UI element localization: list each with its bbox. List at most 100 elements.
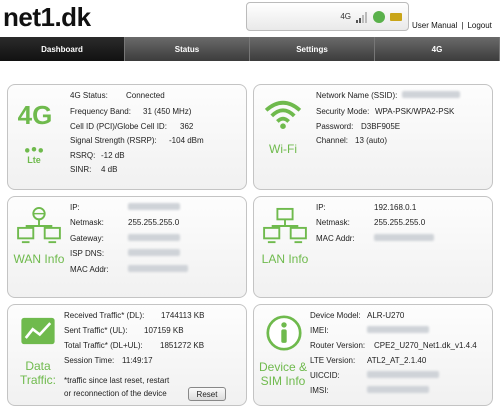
- logout-link[interactable]: Logout: [467, 21, 491, 30]
- status-indicator-bar: 4G: [246, 2, 409, 31]
- row-wan-mac: MAC Addr:: [70, 265, 188, 274]
- row-label: Netmask:: [70, 218, 104, 227]
- row-label: ISP DNS:: [70, 249, 105, 258]
- row-label: MAC Addr:: [316, 234, 355, 243]
- row-value: 11:49:17: [122, 356, 153, 365]
- row-value: 362: [180, 122, 194, 131]
- row-label: Sent Traffic* (UL):: [64, 326, 128, 335]
- row-value: [374, 234, 434, 243]
- row-value: [367, 386, 429, 395]
- wifi-status-icon: [373, 10, 385, 23]
- row-value: [367, 326, 429, 335]
- wifi-icon: [264, 100, 302, 129]
- row-channel: Channel: 13 (auto): [316, 136, 387, 145]
- row-value: -12 dB: [101, 151, 125, 160]
- row-received-traffic: Received Traffic* (DL): 1744113 KB: [64, 311, 204, 320]
- tab-status[interactable]: Status: [125, 37, 250, 61]
- row-label: MAC Addr:: [70, 265, 109, 274]
- row-value: 255.255.255.0: [128, 218, 180, 227]
- row-wan-ip: IP:: [70, 203, 180, 212]
- row-frequency-band: Frequency Band: 31 (450 MHz): [70, 107, 191, 116]
- panel-data-traffic: Data Traffic: Received Traffic* (DL): 174…: [7, 304, 247, 406]
- row-label: Channel:: [316, 136, 349, 145]
- traffic-note-line-2: or reconnection of the device: [64, 389, 167, 398]
- row-label: Session Time:: [64, 356, 115, 365]
- row-label: Password:: [316, 122, 354, 131]
- panel-wifi-title: Wi-Fi: [269, 142, 297, 156]
- row-value: ATL2_AT_2.1.40: [367, 356, 427, 365]
- panel-wifi: Wi-Fi Network Name (SSID): Security Mode…: [253, 84, 493, 190]
- main-nav: Dashboard Status Settings 4G: [0, 37, 500, 61]
- row-value: [402, 91, 460, 100]
- row-value: 13 (auto): [355, 136, 388, 145]
- panel-4g: 4G Lte 4G Status: Connected Frequency Ban…: [7, 84, 247, 190]
- tab-dashboard[interactable]: Dashboard: [0, 37, 125, 61]
- panel-device-sim: Device & SIM Info Device Model: ALR-U270 …: [253, 304, 493, 406]
- row-value: [128, 265, 188, 274]
- row-label: UICCID:: [310, 371, 340, 380]
- row-imei: IMEI:: [310, 326, 429, 335]
- row-lan-mac: MAC Addr:: [316, 234, 434, 243]
- panel-data-title-1: Data: [25, 359, 51, 373]
- row-label: Received Traffic* (DL):: [64, 311, 145, 320]
- row-label: IP:: [70, 203, 80, 212]
- reset-button[interactable]: Reset: [188, 387, 226, 401]
- row-lan-netmask: Netmask: 255.255.255.0: [316, 218, 425, 227]
- panel-wan-title: WAN Info: [13, 252, 65, 266]
- signal-strength-icon: [356, 11, 367, 23]
- row-value: 1744113 KB: [161, 311, 205, 320]
- traffic-chart-icon: [21, 317, 55, 345]
- row-label: Signal Strength (RSRP):: [70, 136, 157, 145]
- link-separator: |: [461, 21, 464, 30]
- row-label: 4G Status:: [70, 91, 108, 100]
- row-session-time: Session Time: 11:49:17: [64, 356, 153, 365]
- brand-logo[interactable]: net1.dk: [3, 2, 91, 33]
- row-label: Device Model:: [310, 311, 361, 320]
- row-label: Network Name (SSID):: [316, 91, 398, 100]
- row-value: 107159 KB: [144, 326, 184, 335]
- network-globe-icon: [17, 207, 61, 244]
- row-label: Cell ID (PCI)/Globe Cell ID:: [70, 122, 167, 131]
- tab-4g[interactable]: 4G: [375, 37, 500, 61]
- row-4g-status: 4G Status: Connected: [70, 91, 165, 100]
- row-value: ALR-U270: [367, 311, 405, 320]
- row-wan-netmask: Netmask: 255.255.255.0: [70, 218, 179, 227]
- row-label: Gateway:: [70, 234, 104, 243]
- panel-device-title-1: Device &: [258, 360, 308, 374]
- row-label: Total Traffic* (DL+UL):: [64, 341, 143, 350]
- row-ssid: Network Name (SSID):: [316, 91, 460, 100]
- row-wan-gateway: Gateway:: [70, 234, 180, 243]
- row-value: [128, 249, 180, 258]
- row-value: 192.168.0.1: [374, 203, 417, 212]
- row-router-version: Router Version: CPE2_U270_Net1.dk_v1.4.4: [310, 341, 477, 350]
- row-total-traffic: Total Traffic* (DL+UL): 1851272 KB: [64, 341, 204, 350]
- lan-network-icon: [263, 207, 307, 244]
- panel-4g-title: 4G: [17, 100, 53, 130]
- row-cell-id: Cell ID (PCI)/Globe Cell ID: 362: [70, 122, 193, 131]
- row-label: IMSI:: [310, 386, 329, 395]
- row-value: CPE2_U270_Net1.dk_v1.4.4: [374, 341, 477, 350]
- row-label: IP:: [316, 203, 326, 212]
- user-manual-link[interactable]: User Manual: [412, 21, 457, 30]
- row-value: 4 dB: [101, 165, 118, 174]
- network-type-label: 4G: [340, 12, 351, 21]
- panel-data-title-2: Traffic:: [19, 373, 56, 387]
- row-rsrq: RSRQ: -12 dB: [70, 151, 125, 160]
- tab-settings[interactable]: Settings: [250, 37, 375, 61]
- row-value: -104 dBm: [169, 136, 204, 145]
- info-icon: [266, 315, 302, 351]
- row-label: IMEI:: [310, 326, 329, 335]
- row-label: Security Mode:: [316, 107, 370, 116]
- row-password: Password: D3BF905E: [316, 122, 400, 131]
- panel-device-title-2: SIM Info: [260, 374, 306, 388]
- row-label: Netmask:: [316, 218, 350, 227]
- row-lan-ip: IP: 192.168.0.1: [316, 203, 416, 212]
- row-value: 255.255.255.0: [374, 218, 426, 227]
- row-security-mode: Security Mode: WPA-PSK/WPA2-PSK: [316, 107, 454, 116]
- row-value: [367, 371, 439, 380]
- traffic-note-line-1: *traffic since last reset, restart: [64, 376, 170, 385]
- row-sent-traffic: Sent Traffic* (UL): 107159 KB: [64, 326, 184, 335]
- panel-wan: WAN Info IP: Netmask: 255.255.255.0 Gatew…: [7, 196, 247, 298]
- row-signal-strength: Signal Strength (RSRP): -104 dBm: [70, 136, 204, 145]
- row-label: Frequency Band:: [70, 107, 131, 116]
